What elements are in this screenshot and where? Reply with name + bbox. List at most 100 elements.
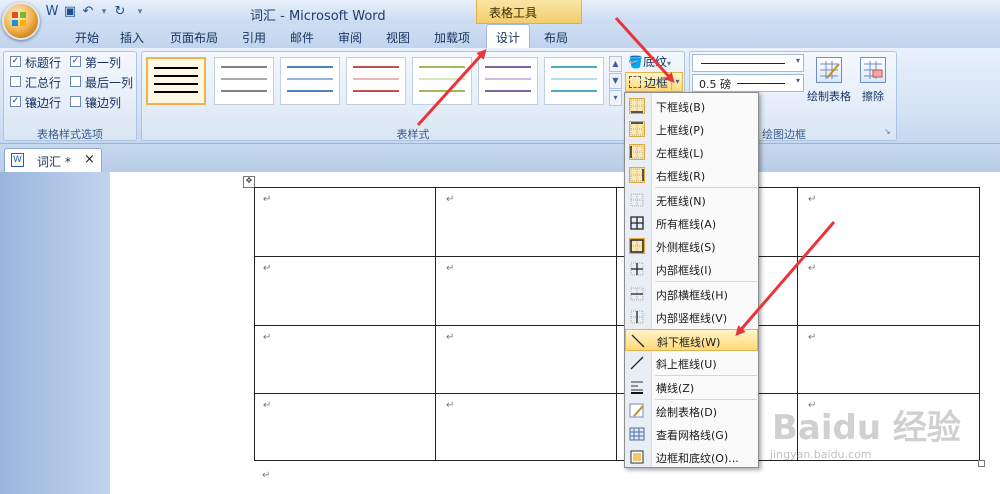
first-column-label: 第一列: [85, 56, 122, 70]
menu-item-bottom-border[interactable]: 下框线(B): [625, 95, 758, 117]
menu-separator: [655, 281, 757, 282]
draw-table-icon[interactable]: [816, 57, 842, 83]
styles-scroll-up-icon[interactable]: ▲: [609, 56, 622, 72]
tab-review[interactable]: 审阅: [338, 29, 362, 46]
menu-item-label: 外侧框线(S): [656, 241, 716, 254]
menu-item-label: 无框线(N): [656, 195, 706, 208]
redo-icon[interactable]: ↻: [112, 4, 128, 20]
banded-columns-label: 镶边列: [85, 96, 122, 110]
chevron-down-icon: ▾: [666, 59, 671, 68]
table-cell[interactable]: ↵: [254, 256, 436, 326]
outside-borders-icon: [629, 238, 645, 254]
word-doc-icon[interactable]: W: [44, 4, 60, 20]
borders-shading-icon: [630, 450, 644, 464]
chevron-down-icon[interactable]: ▾: [96, 4, 112, 20]
styles-scroll-down-icon[interactable]: ▼: [609, 73, 622, 89]
banded-columns-checkbox[interactable]: [70, 96, 81, 107]
menu-item-inside-horizontal-border[interactable]: 内部横框线(H): [625, 283, 758, 305]
document-tab-strip: [0, 144, 1000, 173]
last-column-checkbox[interactable]: [70, 76, 81, 87]
table-style-swatch[interactable]: [544, 57, 604, 105]
diagonal-up-border-icon: [630, 356, 644, 370]
window-title: 词汇 - Microsoft Word: [250, 9, 386, 24]
undo-icon[interactable]: ↶: [80, 4, 96, 20]
customize-qat-icon[interactable]: ▾: [132, 4, 148, 20]
menu-item-left-border[interactable]: 左框线(L): [625, 141, 758, 163]
menu-item-top-border[interactable]: 上框线(P): [625, 118, 758, 140]
save-icon[interactable]: ▣: [62, 4, 78, 20]
styles-more-icon[interactable]: ▾: [609, 90, 622, 106]
no-border-icon: [630, 193, 644, 207]
paragraph-mark: ↵: [446, 194, 455, 205]
chevron-down-icon: ▾: [795, 56, 800, 65]
borders-dropdown-icon[interactable]: ▾: [671, 74, 683, 90]
menu-item-inside-vertical-border[interactable]: 内部竖框线(V): [625, 306, 758, 328]
menu-item-outside-borders[interactable]: 外侧框线(S): [625, 235, 758, 257]
inside-borders-icon: [630, 262, 644, 276]
menu-item-all-borders[interactable]: 所有框线(A): [625, 212, 758, 234]
paragraph-mark: ↵: [446, 400, 455, 411]
table-cell[interactable]: ↵: [797, 325, 980, 394]
line-style-dropdown[interactable]: ▾: [692, 54, 804, 72]
table-style-swatch[interactable]: [214, 57, 274, 105]
table-cell[interactable]: ↵: [254, 393, 436, 461]
document-tab[interactable]: W 词汇 * ×: [4, 148, 102, 172]
table-style-swatch[interactable]: [478, 57, 538, 105]
table-cell[interactable]: ↵: [797, 256, 980, 326]
close-icon[interactable]: ×: [84, 152, 95, 167]
total-row-checkbox[interactable]: [10, 76, 21, 87]
shading-button[interactable]: 🪣底纹▾: [628, 53, 671, 70]
tab-references[interactable]: 引用: [242, 29, 266, 46]
table-cell[interactable]: ↵: [254, 187, 436, 257]
table-cell[interactable]: ↵: [435, 256, 617, 326]
menu-item-no-border[interactable]: 无框线(N): [625, 189, 758, 211]
menu-item-label: 右框线(R): [656, 170, 706, 183]
table-style-swatch[interactable]: [280, 57, 340, 105]
tab-layout[interactable]: 布局: [544, 29, 568, 46]
menu-item-right-border[interactable]: 右框线(R): [625, 164, 758, 186]
menu-item-borders-and-shading[interactable]: 边框和底纹(O)...: [625, 446, 758, 468]
paragraph-mark: ↵: [808, 194, 817, 205]
menu-item-label: 下框线(B): [656, 101, 706, 114]
table-styles-title: 表样式: [396, 128, 430, 141]
header-row-checkbox[interactable]: ✓: [10, 56, 21, 67]
table-tools-label: 表格工具: [489, 6, 538, 20]
tab-addins[interactable]: 加载项: [434, 29, 470, 46]
menu-item-label: 左框线(L): [656, 147, 704, 160]
table-style-swatch[interactable]: [346, 57, 406, 105]
paragraph-mark: ↵: [446, 332, 455, 343]
menu-item-label: 上框线(P): [656, 124, 705, 137]
total-row-label: 汇总行: [25, 76, 62, 90]
menu-item-view-gridlines[interactable]: 查看网格线(G): [625, 423, 758, 445]
table-style-swatch[interactable]: [412, 57, 472, 105]
tab-home[interactable]: 开始: [75, 29, 99, 46]
tab-insert[interactable]: 插入: [120, 29, 144, 46]
menu-item-label: 内部框线(I): [656, 264, 712, 277]
menu-item-horizontal-line[interactable]: 横线(Z): [625, 376, 758, 398]
first-column-checkbox[interactable]: ✓: [70, 56, 81, 67]
banded-rows-checkbox[interactable]: ✓: [10, 96, 21, 107]
table-cell[interactable]: ↵: [254, 325, 436, 394]
menu-item-diagonal-down-border[interactable]: 斜下框线(W): [625, 329, 758, 351]
draw-table-label[interactable]: 绘制表格: [807, 88, 851, 104]
eraser-icon[interactable]: [860, 57, 886, 83]
table-cell[interactable]: ↵: [435, 187, 617, 257]
table-cell[interactable]: ↵: [797, 187, 980, 257]
tab-mailings[interactable]: 邮件: [290, 29, 314, 46]
table-style-swatch[interactable]: [146, 57, 206, 105]
tab-view[interactable]: 视图: [386, 29, 410, 46]
table-resize-handle-icon[interactable]: [978, 460, 985, 467]
line-weight-dropdown[interactable]: 0.5 磅 ▾: [692, 74, 804, 92]
table-cell[interactable]: ↵: [435, 325, 617, 394]
menu-item-diagonal-up-border[interactable]: 斜上框线(U): [625, 352, 758, 374]
menu-item-draw-table[interactable]: 绘制表格(D): [625, 400, 758, 422]
menu-item-inside-borders[interactable]: 内部框线(I): [625, 258, 758, 280]
dialog-launcher-icon[interactable]: ↘: [884, 127, 891, 136]
tab-page-layout[interactable]: 页面布局: [170, 29, 218, 46]
header-row-label: 标题行: [25, 56, 62, 70]
paragraph-mark: ↵: [263, 332, 272, 343]
bottom-border-icon: [629, 98, 645, 114]
table-cell[interactable]: ↵: [435, 393, 617, 461]
top-border-icon: [629, 121, 645, 137]
eraser-label[interactable]: 擦除: [862, 88, 884, 104]
